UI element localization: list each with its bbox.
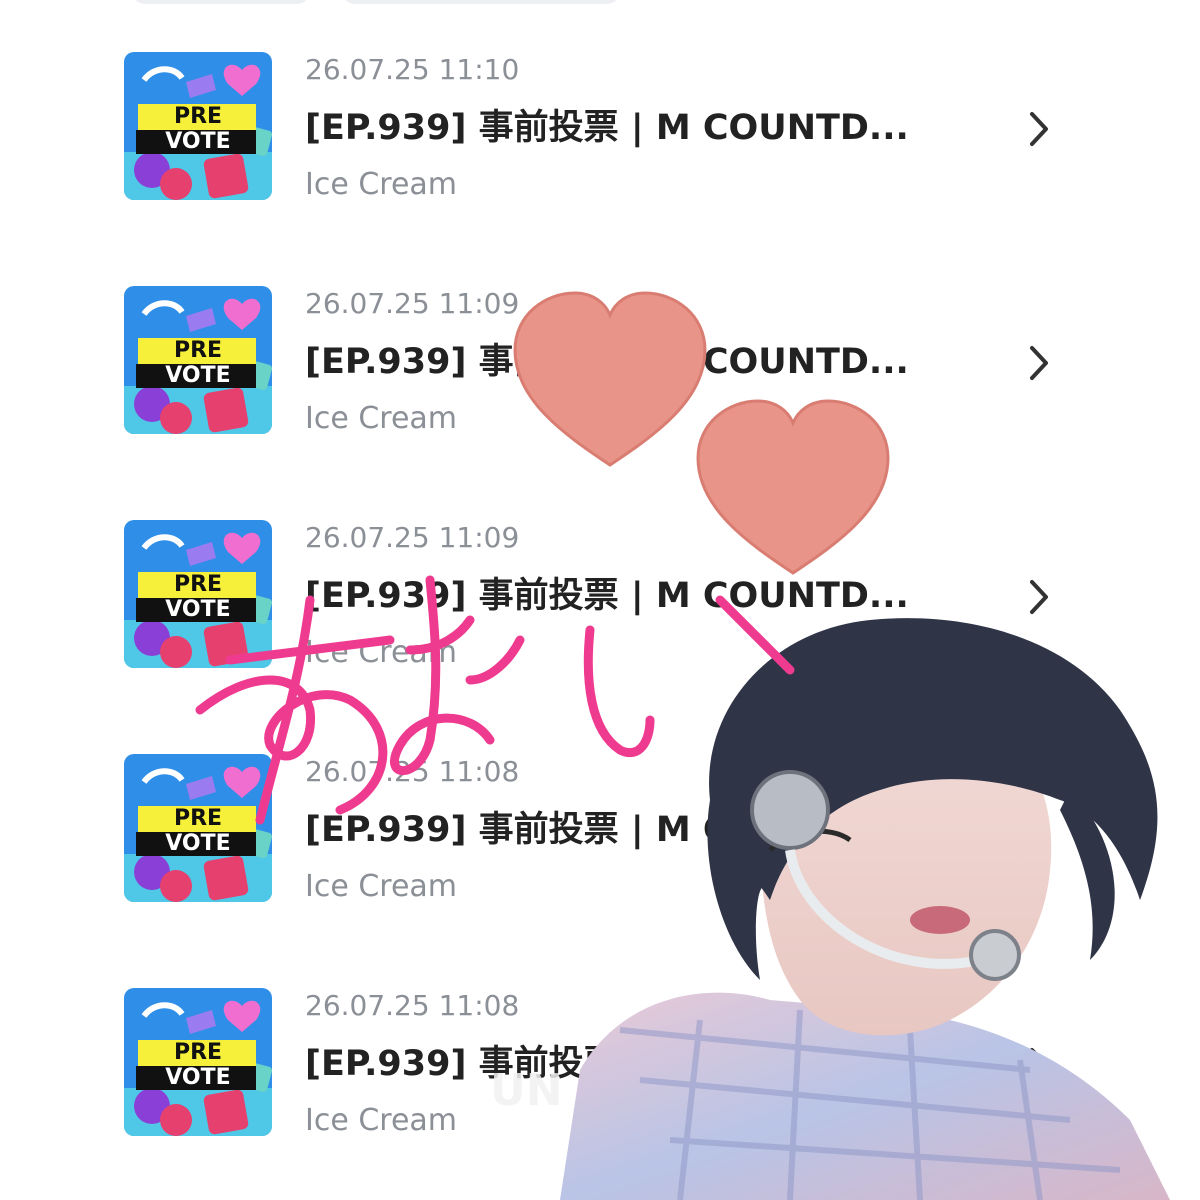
badge-text-bottom: VOTE — [165, 831, 231, 856]
prevote-thumbnail: PRE VOTE — [124, 988, 272, 1136]
item-subtitle: Ice Cream — [305, 401, 458, 436]
timestamp: 26.07.25 11:10 — [305, 53, 520, 86]
prevote-thumbnail: PRE VOTE — [124, 520, 272, 668]
timestamp: 26.07.25 11:08 — [305, 755, 520, 788]
badge-text-top: PRE — [173, 104, 223, 129]
timestamp: 26.07.25 11:09 — [305, 521, 520, 554]
badge-text-bottom: VOTE — [165, 1065, 231, 1090]
item-title: [EP.939] 事前投票 | M COUNTD... — [305, 576, 909, 616]
filter-chip[interactable] — [342, 0, 620, 4]
badge-text-top: PRE — [173, 338, 223, 363]
prevote-thumbnail: PRE VOTE — [124, 52, 272, 200]
badge-text-bottom: VOTE — [165, 363, 231, 388]
badge-text-top: PRE — [173, 572, 223, 597]
timestamp: 26.07.25 11:08 — [305, 989, 520, 1022]
prevote-thumbnail: PRE VOTE — [124, 286, 272, 434]
chevron-right-icon[interactable] — [1024, 806, 1056, 856]
badge-text-top: PRE — [173, 806, 223, 831]
item-subtitle: Ice Cream — [305, 635, 458, 670]
item-subtitle: Ice Cream — [305, 869, 458, 904]
item-title: [EP.939] 事前投票 | M COUNTD... — [305, 342, 909, 382]
item-title: [EP.939] 事前投票 | M COUNTD... — [305, 1044, 909, 1084]
list-item[interactable]: PRE VOTE 26.07.25 11:10 [EP.939] 事前投票 | M C… — [0, 52, 1200, 222]
prevote-thumbnail: PRE VOTE — [124, 754, 272, 902]
list-item[interactable]: PRE VOTE 26.07.25 11:09 [EP.939] 事前投票 | M C… — [0, 520, 1200, 690]
list-item[interactable]: PRE VOTE 26.07.25 11:09 [EP.939] 事前投票 | M C… — [0, 286, 1200, 456]
badge-text-top: PRE — [173, 1040, 223, 1065]
timestamp: 26.07.25 11:09 — [305, 287, 520, 320]
item-subtitle: Ice Cream — [305, 1103, 458, 1138]
item-title: [EP.939] 事前投票 | M COUNTD... — [305, 108, 909, 148]
list-item[interactable]: PRE VOTE 26.07.25 11:08 [EP.939] 事前投票 | M C… — [0, 754, 1200, 924]
badge-text-bottom: VOTE — [165, 597, 231, 622]
badge-text-bottom: VOTE — [165, 129, 231, 154]
chevron-right-icon[interactable] — [1024, 104, 1056, 154]
list-item[interactable]: PRE VOTE 26.07.25 11:08 [EP.939] 事前投票 | M C… — [0, 988, 1200, 1158]
chevron-right-icon[interactable] — [1024, 338, 1056, 388]
chevron-right-icon[interactable] — [1024, 1040, 1056, 1090]
filter-chip[interactable] — [132, 0, 310, 4]
item-title: [EP.939] 事前投票 | M COUNTD... — [305, 810, 909, 850]
chevron-right-icon[interactable] — [1024, 572, 1056, 622]
item-subtitle: Ice Cream — [305, 167, 458, 202]
